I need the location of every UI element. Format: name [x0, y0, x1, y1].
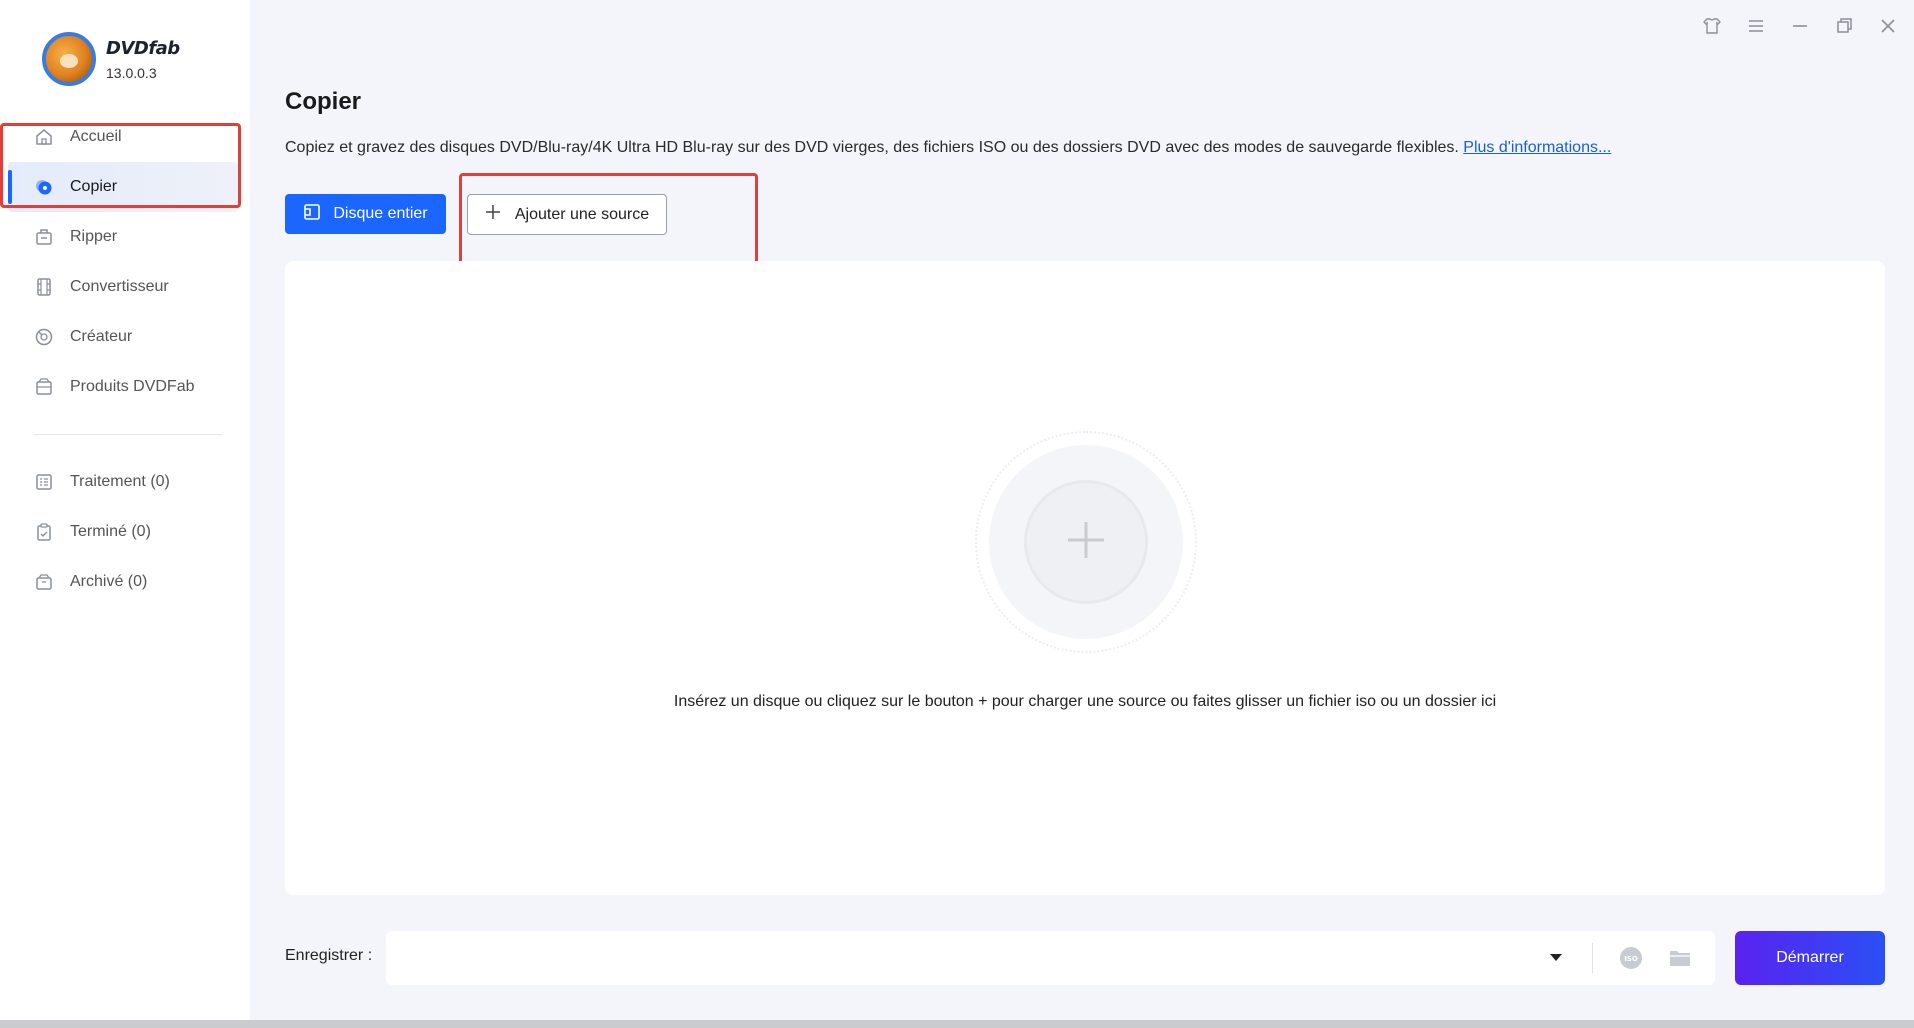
iso-icon[interactable]: ISO — [1619, 946, 1643, 970]
app-name: DVDfab — [106, 37, 180, 59]
clipboard-icon — [34, 522, 54, 542]
sidebar-item-label: Accueil — [70, 128, 122, 145]
sidebar-item-traitement[interactable]: Traitement (0) — [8, 457, 238, 507]
sidebar-item-label: Copier — [70, 178, 118, 195]
add-source-circle[interactable] — [975, 431, 1197, 653]
chevron-down-icon[interactable] — [1546, 951, 1566, 965]
dvdfab-logo — [42, 32, 96, 86]
sidebar-item-ripper[interactable]: Ripper — [8, 212, 238, 262]
page-description: Copiez et gravez des disques DVD/Blu-ray… — [285, 139, 1611, 157]
sidebar-item-label: Ripper — [70, 228, 118, 245]
sidebar-item-createur[interactable]: Créateur — [8, 312, 238, 362]
main-content: Copier Copiez et gravez des disques DVD/… — [250, 0, 1914, 1020]
bottom-strip — [0, 1020, 1914, 1028]
products-icon — [34, 377, 54, 397]
sidebar: DVDfab 13.0.0.3 Accueil Copier Ripper Co… — [0, 0, 250, 1020]
plus-icon — [485, 204, 501, 225]
folder-icon[interactable] — [1668, 946, 1692, 970]
field-divider — [1592, 943, 1593, 973]
archive-icon — [34, 572, 54, 592]
sidebar-item-label: Archivé (0) — [70, 573, 148, 590]
source-dropzone[interactable]: Insérez un disque ou cliquez sur le bout… — [285, 261, 1885, 895]
sidebar-item-produits[interactable]: Produits DVDFab — [8, 362, 238, 412]
svg-text:ISO: ISO — [1624, 955, 1638, 963]
sidebar-item-label: Convertisseur — [70, 278, 169, 295]
sidebar-item-label: Terminé (0) — [70, 523, 151, 540]
list-icon — [34, 472, 54, 492]
description-text: Copiez et gravez des disques DVD/Blu-ray… — [285, 139, 1459, 156]
start-button[interactable]: Démarrer — [1735, 931, 1885, 985]
save-destination-field: ISO — [386, 931, 1715, 985]
add-source-button[interactable]: Ajouter une source — [467, 194, 667, 235]
disque-entier-button[interactable]: Disque entier — [285, 194, 446, 234]
sidebar-item-archive[interactable]: Archivé (0) — [8, 557, 238, 607]
disque-entier-label: Disque entier — [333, 205, 428, 222]
save-label: Enregistrer : — [285, 947, 373, 964]
copy-disc-icon — [34, 177, 54, 197]
sidebar-item-convertisseur[interactable]: Convertisseur — [8, 262, 238, 312]
sidebar-item-copier[interactable]: Copier — [8, 162, 238, 212]
sidebar-item-label: Créateur — [70, 328, 133, 345]
add-source-label: Ajouter une source — [514, 205, 650, 223]
sidebar-item-accueil[interactable]: Accueil — [8, 112, 238, 162]
app-version: 13.0.0.3 — [106, 64, 157, 81]
ripper-icon — [34, 227, 54, 247]
sidebar-item-label: Produits DVDFab — [70, 378, 195, 395]
large-plus-icon — [1064, 518, 1108, 567]
creator-icon — [34, 327, 54, 347]
dropzone-hint: Insérez un disque ou cliquez sur le bout… — [673, 693, 1497, 710]
page-title: Copier — [285, 88, 362, 115]
sidebar-divider — [34, 434, 222, 435]
sidebar-item-label: Traitement (0) — [70, 473, 170, 490]
home-icon — [34, 127, 54, 147]
sidebar-item-termine[interactable]: Terminé (0) — [8, 507, 238, 557]
disc-mode-icon — [303, 203, 321, 226]
sidebar-nav: Accueil Copier Ripper Convertisseur Créa… — [8, 112, 238, 607]
more-info-link[interactable]: Plus d'informations... — [1463, 139, 1611, 156]
save-destination-input[interactable] — [386, 931, 1566, 985]
brand: DVDfab 13.0.0.3 — [42, 32, 180, 86]
film-icon — [34, 277, 54, 297]
